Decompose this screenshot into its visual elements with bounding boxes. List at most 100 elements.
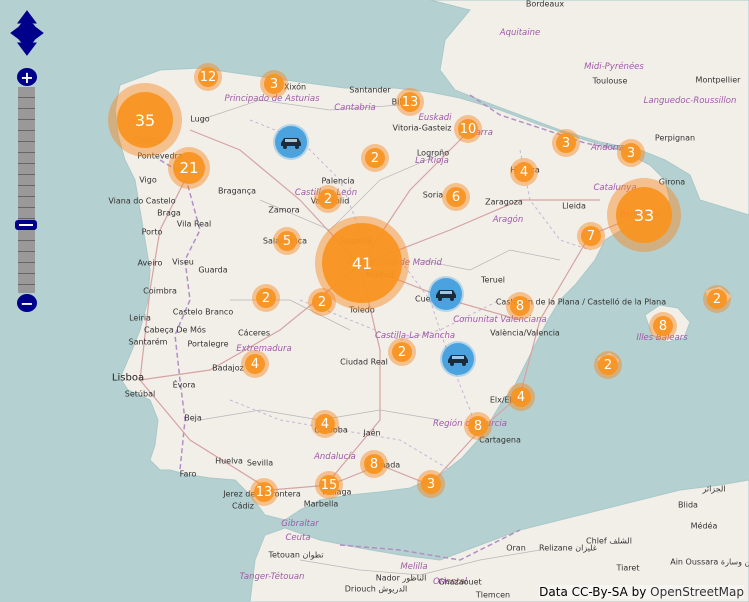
- place-label-blida: Blida: [678, 500, 698, 510]
- marker-cluster[interactable]: 8: [506, 292, 534, 320]
- cluster-count: 4: [516, 389, 526, 405]
- cluster-count: 3: [626, 145, 636, 161]
- place-label-ainoussara: Ain Oussara عين وسارة: [670, 557, 749, 567]
- zoom-level-tick: [18, 262, 35, 263]
- cluster-count: 7: [586, 228, 596, 244]
- cluster-count: 8: [369, 456, 379, 472]
- car-icon: [281, 138, 301, 149]
- place-label-lugo: Lugo: [190, 114, 210, 124]
- marker-cluster[interactable]: 2: [388, 338, 416, 366]
- place-label-teruel: Teruel: [481, 275, 505, 285]
- place-label-castelobranco: Castelo Branco: [172, 307, 234, 317]
- place-label-toulouse: Toulouse: [592, 76, 628, 86]
- cluster-count: 6: [451, 189, 461, 205]
- vehicle-marker[interactable]: [275, 126, 307, 158]
- marker-cluster[interactable]: 2: [594, 351, 622, 379]
- cluster-count: 2: [397, 344, 407, 360]
- marker-cluster[interactable]: 7: [577, 222, 605, 250]
- cluster-count: 2: [603, 357, 613, 373]
- marker-cluster[interactable]: 2: [314, 185, 342, 213]
- place-label-bordeaux: Bordeaux: [525, 0, 565, 9]
- zoom-in-button[interactable]: +: [17, 68, 37, 87]
- cluster-count: 41: [351, 253, 373, 273]
- marker-cluster[interactable]: 3: [260, 70, 288, 98]
- place-label-medea: Médéa: [690, 521, 718, 531]
- marker-cluster[interactable]: 4: [507, 383, 535, 411]
- marker-cluster[interactable]: 3: [417, 470, 445, 498]
- marker-cluster[interactable]: 6: [442, 183, 470, 211]
- cluster-count: 4: [519, 164, 529, 180]
- marker-cluster[interactable]: 2: [252, 284, 280, 312]
- place-label-viseu: Viseu: [172, 257, 194, 267]
- zoom-level-tick: [18, 218, 35, 219]
- openstreetmap-link[interactable]: OpenStreetMap: [650, 585, 744, 599]
- place-label-cadiz: Cádiz: [232, 501, 254, 511]
- place-label-aragon: Aragón: [492, 215, 524, 225]
- marker-cluster[interactable]: 10: [454, 115, 482, 143]
- place-label-soria: Soria: [422, 190, 444, 200]
- vehicle-marker[interactable]: [430, 278, 462, 310]
- marker-cluster[interactable]: 2: [308, 288, 336, 316]
- marker-cluster[interactable]: 2: [703, 285, 731, 313]
- marker-cluster[interactable]: 12: [194, 63, 222, 91]
- marker-cluster[interactable]: 3: [552, 129, 580, 157]
- marker-cluster[interactable]: 21: [168, 147, 210, 189]
- place-label-lisboa: Lisboa: [111, 372, 145, 384]
- zoom-out-button[interactable]: −: [17, 294, 37, 313]
- place-label-andalucia: Andalucía: [314, 452, 356, 462]
- marker-cluster[interactable]: 13: [250, 478, 278, 506]
- marker-cluster[interactable]: 4: [510, 158, 538, 186]
- zoom-level-tick: [18, 284, 35, 285]
- cluster-count: 3: [269, 76, 279, 92]
- place-label-castillamancha: Castilla-La Mancha: [374, 331, 456, 341]
- marker-cluster[interactable]: 15: [315, 471, 343, 499]
- cluster-count: 33: [633, 205, 655, 225]
- marker-cluster[interactable]: 8: [464, 412, 492, 440]
- marker-cluster[interactable]: 3: [617, 139, 645, 167]
- zoom-level-tick: [18, 185, 35, 186]
- car-icon: [436, 290, 456, 301]
- marker-cluster[interactable]: 8: [649, 312, 677, 340]
- place-label-tanger: Tanger-Tétouan: [239, 572, 305, 582]
- place-label-setubal: Setúbal: [124, 389, 156, 399]
- place-label-lleida: Lleida: [562, 201, 586, 211]
- vehicle-marker[interactable]: [442, 343, 474, 375]
- cluster-count: 13: [401, 94, 419, 110]
- marker-cluster[interactable]: 4: [311, 410, 339, 438]
- zoom-slider-handle[interactable]: [15, 220, 37, 230]
- place-label-bragança: Bragança: [217, 186, 257, 196]
- place-label-gibraltar: Gibraltar: [281, 519, 319, 529]
- pan-down-icon[interactable]: [17, 42, 37, 56]
- place-label-larioja: La Rioja: [415, 156, 449, 166]
- place-label-evora: Évora: [172, 380, 196, 390]
- place-label-chlef: Chlef الشلف: [586, 536, 632, 546]
- place-label-zaragoza: Zaragoza: [485, 197, 523, 207]
- marker-cluster[interactable]: 4: [241, 350, 269, 378]
- marker-cluster[interactable]: 35: [108, 83, 182, 157]
- place-label-tlemcen: Tlemcen: [475, 590, 511, 600]
- attribution: Data CC-By-SA by OpenStreetMap: [539, 585, 744, 599]
- place-label-ghazaouet: Ghazaouet: [438, 577, 482, 587]
- cluster-count: 8: [658, 318, 668, 334]
- marker-cluster[interactable]: 2: [361, 144, 389, 172]
- place-label-comunitatvalenciana: Comunitat Valenciana: [453, 315, 547, 325]
- marker-cluster[interactable]: 5: [273, 227, 301, 255]
- place-label-santarem: Santarém: [128, 337, 168, 347]
- marker-cluster[interactable]: 13: [396, 88, 424, 116]
- car-icon: [448, 355, 468, 366]
- marker-cluster[interactable]: 8: [360, 450, 388, 478]
- map-viewport[interactable]: Bordeaux Aquitaine Midi-Pyrénées Toulouse Mo…: [0, 0, 749, 602]
- place-label-santander: Santander: [349, 85, 391, 95]
- place-label-caceres: Cáceres: [237, 328, 271, 338]
- place-label-coimbra: Coimbra: [143, 286, 177, 296]
- zoom-slider-track[interactable]: [18, 87, 35, 293]
- cluster-count: 10: [459, 121, 477, 137]
- pan-up-icon[interactable]: [17, 10, 37, 24]
- cluster-count: 2: [323, 191, 333, 207]
- place-label-vitoria: Vitoria-Gasteiz: [392, 123, 452, 133]
- place-label-tiaret: Tiaret: [616, 563, 640, 573]
- cluster-count: 13: [255, 484, 273, 500]
- zoom-level-tick: [18, 130, 35, 131]
- marker-cluster[interactable]: 33: [607, 178, 681, 252]
- place-label-badajoz: Badajoz: [212, 363, 244, 373]
